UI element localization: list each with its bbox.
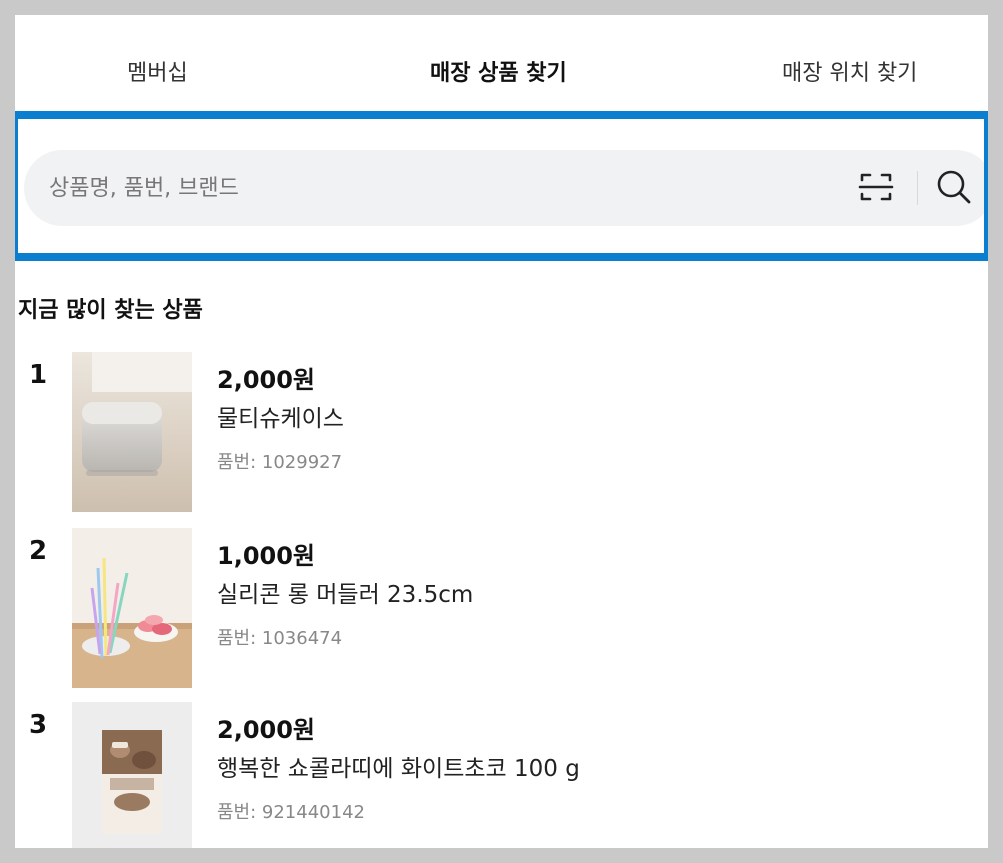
product-name: 실리콘 롱 머들러 23.5cm [217,582,474,608]
product-price: 2,000원 [217,716,315,744]
rank-number: 2 [29,536,48,566]
tab-store-location[interactable]: 매장 위치 찾기 [782,55,917,87]
product-price: 1,000원 [217,542,315,570]
tab-bar: 멤버십 매장 상품 찾기 매장 위치 찾기 [15,15,988,115]
product-sku: 품번: 1036474 [217,628,343,649]
product-image-wet-tissue-case [72,352,192,512]
search-icon[interactable] [934,167,974,207]
tab-store-products[interactable]: 매장 상품 찾기 [430,55,567,87]
list-item[interactable]: 3 2,000원 행복한 쇼콜라띠에 화이트초코 100 g 품번: 92144… [15,702,988,848]
rank-number: 1 [29,360,48,390]
product-name: 행복한 쇼콜라띠에 화이트초코 100 g [217,756,580,782]
tab-membership[interactable]: 멤버십 [127,55,188,87]
list-item[interactable]: 1 2,000원 물티슈케이스 품번: 1029927 [15,352,988,512]
app-screen: 멤버십 매장 상품 찾기 매장 위치 찾기 지금 많이 찾는 상품 [15,15,988,848]
barcode-scan-icon[interactable] [856,167,896,207]
section-title: 지금 많이 찾는 상품 [18,298,203,323]
product-sku: 품번: 921440142 [217,802,365,823]
product-image-white-choco [72,702,192,848]
rank-number: 3 [29,710,48,740]
search-bar [24,150,988,226]
search-divider [917,171,918,205]
product-name: 물티슈케이스 [217,406,344,432]
product-price: 2,000원 [217,366,315,394]
search-input[interactable] [49,166,809,210]
list-item[interactable]: 2 1,000원 실리콘 롱 머들러 23.5cm 품번: 1036474 [15,528,988,688]
product-image-muddler [72,528,192,688]
product-sku: 품번: 1029927 [217,452,343,473]
